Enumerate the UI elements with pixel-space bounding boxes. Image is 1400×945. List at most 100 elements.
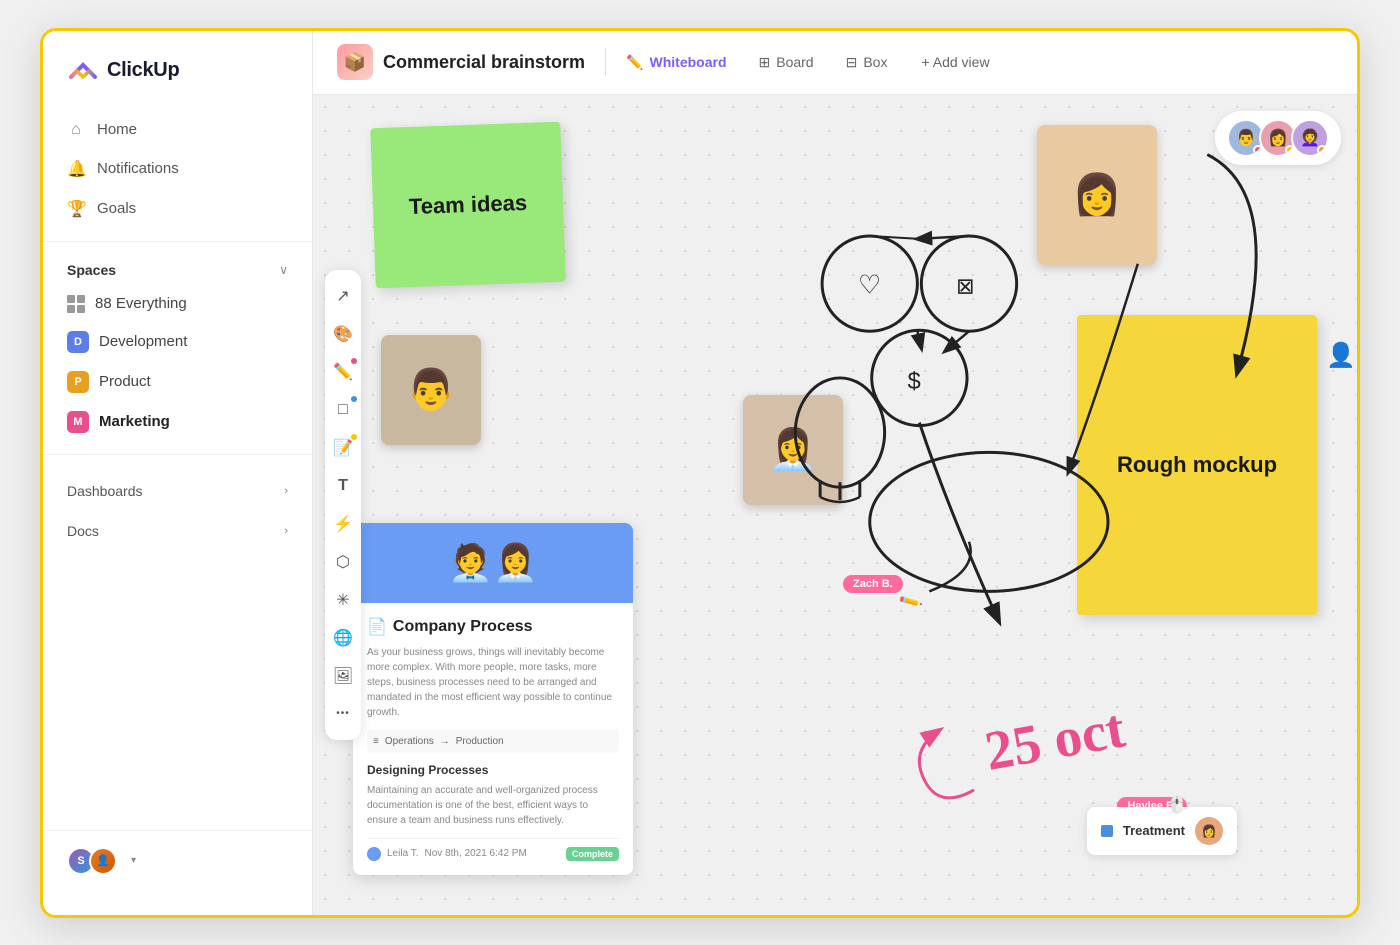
doc-card-flow: ≡ Operations → Production — [367, 730, 619, 753]
tool-sticky[interactable]: 📝 — [325, 430, 361, 466]
collaborator-3[interactable]: 👩‍🦱 — [1291, 119, 1329, 157]
sidebar-item-development[interactable]: D Development — [43, 322, 312, 362]
development-label: Development — [99, 333, 187, 350]
marketing-badge: M — [67, 411, 89, 433]
tab-whiteboard[interactable]: ✏️ Whiteboard — [612, 46, 740, 79]
tool-image[interactable]: 🖼 — [325, 658, 361, 694]
svg-text:25 oct: 25 oct — [980, 697, 1130, 783]
nav-notifications[interactable]: 🔔 Notifications — [43, 149, 312, 189]
text-icon: T — [338, 477, 348, 495]
logo-text: ClickUp — [107, 59, 179, 82]
pen-icon: ✏️ — [333, 362, 353, 382]
sticky-yellow-text: Rough mockup — [1117, 452, 1277, 478]
doc-card-header-image: 🧑‍💼👩‍💼 — [353, 523, 633, 603]
tool-lightning[interactable]: ⚡ — [325, 506, 361, 542]
tab-box[interactable]: ⊟ Box — [832, 46, 902, 79]
logo-area: ClickUp — [43, 55, 312, 111]
sticky-note-green[interactable]: Team ideas — [370, 121, 565, 288]
sidebar-item-marketing[interactable]: M Marketing — [43, 402, 312, 442]
tool-star[interactable]: ✳ — [325, 582, 361, 618]
svg-text:♡: ♡ — [858, 271, 881, 299]
whiteboard-tab-label: Whiteboard — [650, 54, 727, 70]
sidebar-item-product[interactable]: P Product — [43, 362, 312, 402]
sticky-note-yellow[interactable]: Rough mockup — [1077, 315, 1317, 615]
svg-text:✏️: ✏️ — [897, 588, 924, 614]
development-badge: D — [67, 331, 89, 353]
board-tab-icon: ⊞ — [759, 54, 771, 71]
board-tab-label: Board — [776, 54, 813, 70]
nav-goals[interactable]: 🏆 Goals — [43, 189, 312, 229]
treatment-card[interactable]: Treatment 👩 — [1087, 807, 1237, 855]
image-icon: 🖼 — [333, 666, 353, 686]
section-dashboards[interactable]: Dashboards › — [43, 467, 312, 507]
person-avatar-2: 👩‍💼 — [743, 395, 843, 505]
everything-icon — [67, 295, 85, 313]
doc-status-badge: Complete — [566, 847, 619, 861]
nav-home-label: Home — [97, 121, 137, 138]
tool-more[interactable]: ••• — [325, 696, 361, 732]
treatment-label: Treatment — [1123, 823, 1185, 838]
person-avatar-1: 👩 — [1037, 125, 1157, 265]
page-icon: 📦 — [337, 44, 373, 80]
spaces-chevron-icon[interactable]: ∨ — [279, 263, 288, 277]
rect-dot — [351, 396, 357, 402]
add-view-label: + Add view — [921, 54, 989, 70]
sidebar: ClickUp ⌂ Home 🔔 Notifications 🏆 Goals S… — [43, 31, 313, 915]
svg-text:👤👤👤: 👤👤👤 — [1326, 341, 1357, 369]
treatment-color-swatch — [1101, 825, 1113, 837]
tool-share[interactable]: ⬡ — [325, 544, 361, 580]
avatar-user2[interactable]: 👤 — [89, 847, 117, 875]
pen-dot — [351, 358, 357, 364]
sidebar-item-everything[interactable]: 88 Everything — [43, 286, 312, 322]
whiteboard-tab-icon: ✏️ — [626, 54, 643, 71]
lightning-icon: ⚡ — [333, 514, 353, 534]
tool-palette[interactable]: 🎨 — [325, 316, 361, 352]
doc-date: Nov 8th, 2021 6:42 PM — [425, 848, 527, 859]
product-label: Product — [99, 373, 151, 390]
tool-globe[interactable]: 🌐 — [325, 620, 361, 656]
nav-goals-label: Goals — [97, 200, 136, 217]
docs-label: Docs — [67, 523, 99, 539]
everything-label: 88 Everything — [95, 295, 187, 312]
section-docs[interactable]: Docs › — [43, 507, 312, 547]
nav-home[interactable]: ⌂ Home — [43, 111, 312, 149]
cursor-pointer-icon: 🖱️ — [1167, 795, 1187, 815]
user-avatars: S 👤 — [67, 847, 117, 875]
svg-text:⊠: ⊠ — [956, 273, 974, 298]
collab3-status-dot — [1317, 145, 1327, 155]
tool-cursor[interactable]: ↗ — [325, 278, 361, 314]
tool-pen[interactable]: ✏️ — [325, 354, 361, 390]
tool-text[interactable]: T — [325, 468, 361, 504]
divider-1 — [43, 241, 312, 242]
treatment-avatar: 👩 — [1195, 817, 1223, 845]
dashboards-arrow-icon: › — [284, 485, 288, 497]
user-menu-caret[interactable]: ▾ — [131, 855, 136, 866]
main-content: 📦 Commercial brainstorm ✏️ Whiteboard ⊞ … — [313, 31, 1357, 915]
star-icon: ✳ — [336, 590, 349, 610]
nav-notifications-label: Notifications — [97, 160, 179, 177]
box-tab-icon: ⊟ — [846, 54, 858, 71]
author-name: Leila T. — [387, 848, 419, 859]
trophy-icon: 🏆 — [67, 199, 85, 219]
doc-card[interactable]: 🧑‍💼👩‍💼 📄 Company Process As your busines… — [353, 523, 633, 875]
dashboards-label: Dashboards — [67, 483, 143, 499]
whiteboard-toolbar: ↗ 🎨 ✏️ □ 📝 T ⚡ ⬡ ✳ 🌐 🖼 — [325, 270, 361, 740]
doc-card-body: 📄 Company Process As your business grows… — [353, 603, 633, 875]
tab-divider — [605, 48, 606, 76]
share-icon: ⬡ — [336, 552, 350, 572]
spaces-title: Spaces — [67, 262, 116, 278]
tab-board[interactable]: ⊞ Board — [745, 46, 828, 79]
add-view-button[interactable]: + Add view — [907, 46, 1003, 78]
whiteboard-canvas[interactable]: ↗ 🎨 ✏️ □ 📝 T ⚡ ⬡ ✳ 🌐 🖼 — [313, 95, 1357, 915]
sticky-green-text: Team ideas — [408, 189, 527, 219]
globe-icon: 🌐 — [333, 628, 353, 648]
user-label-zach: Zach B. — [843, 575, 903, 593]
doc-flow-to: Production — [456, 736, 504, 747]
doc-card-description: As your business grows, things will inev… — [367, 645, 619, 720]
more-icon: ••• — [336, 708, 350, 719]
header: 📦 Commercial brainstorm ✏️ Whiteboard ⊞ … — [313, 31, 1357, 95]
box-tab-label: Box — [863, 54, 887, 70]
tool-rectangle[interactable]: □ — [325, 392, 361, 428]
doc-card-footer: Leila T. Nov 8th, 2021 6:42 PM Complete — [367, 838, 619, 861]
doc-section-text: Maintaining an accurate and well-organiz… — [367, 783, 619, 828]
